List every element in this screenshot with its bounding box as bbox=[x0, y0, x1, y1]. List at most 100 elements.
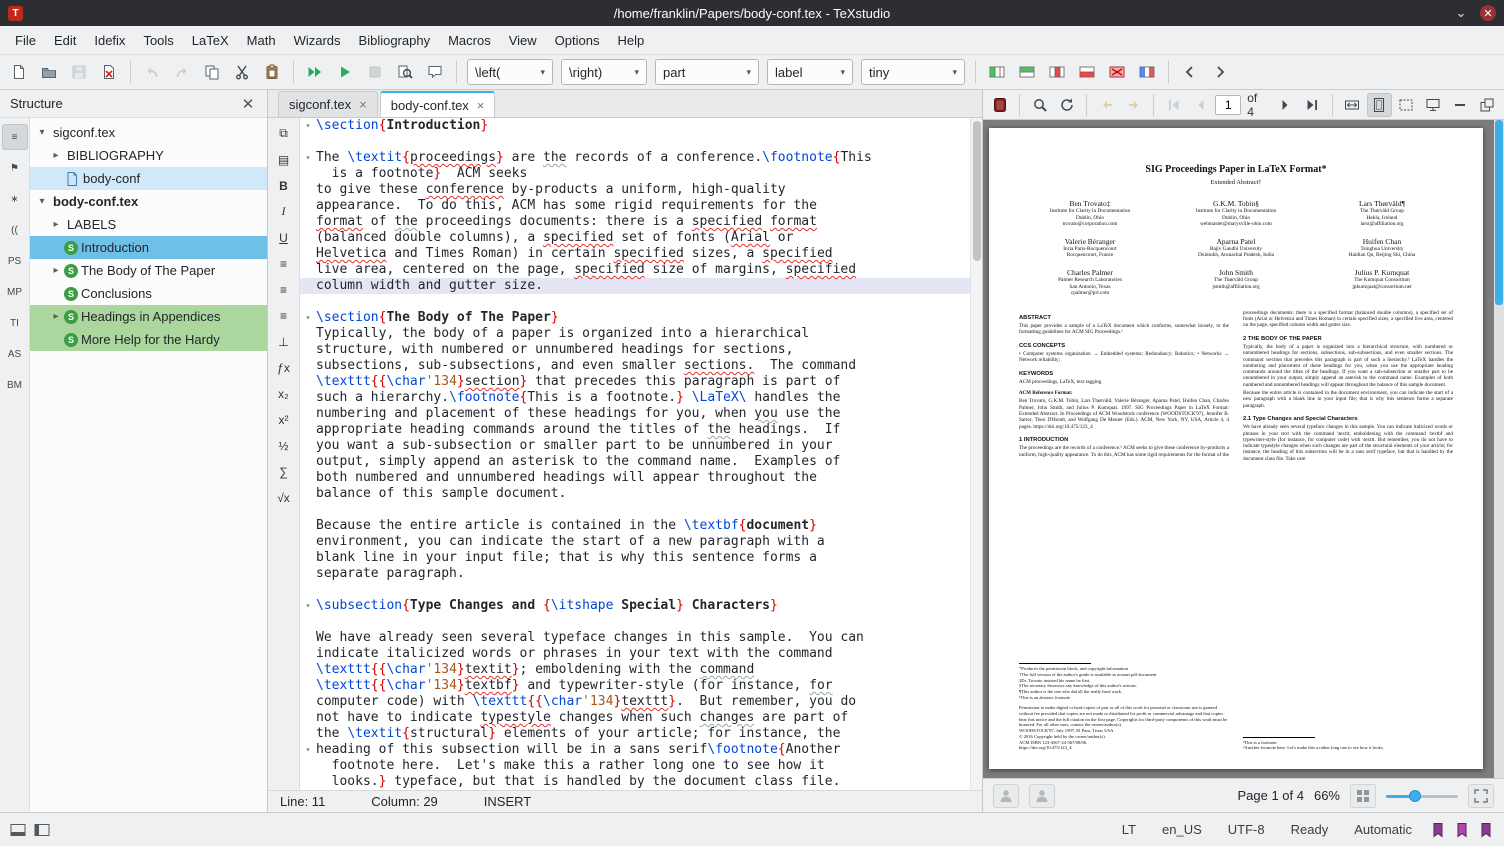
code-line[interactable]: ▾heading of this subsection will be in a… bbox=[300, 742, 970, 758]
code-line[interactable]: ▾\section{The Body of The Paper} bbox=[300, 310, 970, 326]
superscript-button[interactable]: x² bbox=[272, 408, 296, 431]
remove-column-button[interactable] bbox=[1043, 58, 1071, 86]
structure-item-bibliography[interactable]: ▸BIBLIOGRAPHY bbox=[30, 144, 267, 167]
code-line[interactable]: ▾\section{Introduction} bbox=[300, 118, 970, 134]
structure-item-labels[interactable]: ▸LABELS bbox=[30, 213, 267, 236]
log-marker-1-icon[interactable] bbox=[1430, 822, 1446, 838]
code-line[interactable]: output, simply append an asterisk to the… bbox=[300, 454, 970, 470]
build-and-view-button[interactable] bbox=[301, 58, 329, 86]
menu-latex[interactable]: LaTeX bbox=[183, 29, 238, 52]
next-page-button[interactable] bbox=[1273, 93, 1298, 117]
previous-document-button[interactable] bbox=[1176, 58, 1204, 86]
stop-compile-button[interactable] bbox=[361, 58, 389, 86]
code-line[interactable]: not have to indicate typestyle changes w… bbox=[300, 710, 970, 726]
beamer-tab[interactable]: BM bbox=[2, 372, 28, 398]
code-line[interactable]: separate paragraph. bbox=[300, 566, 970, 582]
align-right-button[interactable]: ≡ bbox=[272, 304, 296, 327]
symbols-tab[interactable]: ∗ bbox=[2, 186, 28, 212]
pstricks-tab[interactable]: PS bbox=[2, 248, 28, 274]
align-center-button[interactable]: ≡ bbox=[272, 278, 296, 301]
reference-combo[interactable]: label▾ bbox=[767, 59, 853, 85]
compile-button[interactable] bbox=[331, 58, 359, 86]
structure-tab[interactable]: ≡ bbox=[2, 124, 28, 150]
new-document-button[interactable] bbox=[5, 58, 33, 86]
code-line[interactable]: live area, centered on the page, specifi… bbox=[300, 262, 970, 278]
menu-file[interactable]: File bbox=[6, 29, 45, 52]
embedded-viewer-button[interactable] bbox=[987, 93, 1012, 117]
structure-item-sigconf-tex[interactable]: ▾sigconf.tex bbox=[30, 121, 267, 144]
add-row-button[interactable] bbox=[1013, 58, 1041, 86]
pdf-fullscreen-button[interactable] bbox=[1468, 784, 1494, 808]
add-column-button[interactable] bbox=[983, 58, 1011, 86]
structure-item-body-conf-tex[interactable]: ▾body-conf.tex bbox=[30, 190, 267, 213]
last-page-button[interactable] bbox=[1300, 93, 1325, 117]
expand-icon[interactable]: ▸ bbox=[48, 265, 64, 276]
align-columns-button[interactable] bbox=[1133, 58, 1161, 86]
code-line[interactable]: appearance. To do this, ACM has some rig… bbox=[300, 198, 970, 214]
sqrt-button[interactable]: √x bbox=[272, 486, 296, 509]
fold-marker-icon[interactable]: ▾ bbox=[300, 150, 316, 166]
editor-scrollbar[interactable] bbox=[970, 118, 982, 790]
menu-wizards[interactable]: Wizards bbox=[285, 29, 350, 52]
expand-icon[interactable]: ▸ bbox=[48, 150, 64, 161]
code-line[interactable]: to give these conference by-products a u… bbox=[300, 182, 970, 198]
paste-button[interactable] bbox=[258, 58, 286, 86]
undo-button[interactable] bbox=[138, 58, 166, 86]
code-line[interactable]: Because the entire article is contained … bbox=[300, 518, 970, 534]
close-document-button[interactable] bbox=[95, 58, 123, 86]
collapse-icon[interactable]: ▾ bbox=[34, 127, 50, 138]
zoom-slider[interactable] bbox=[1386, 787, 1458, 805]
editor-scrollbar-thumb[interactable] bbox=[973, 121, 981, 261]
view-log-button[interactable] bbox=[391, 58, 419, 86]
code-line[interactable]: \texttt{{\char'134}textit}; emboldening … bbox=[300, 662, 970, 678]
code-line[interactable] bbox=[300, 134, 970, 150]
code-line[interactable] bbox=[300, 614, 970, 630]
shade-window-icon[interactable]: ⌄ bbox=[1452, 4, 1470, 22]
code-line[interactable]: computer code) with \texttt{{\char'134}t… bbox=[300, 694, 970, 710]
fold-marker-icon[interactable]: ▾ bbox=[300, 742, 316, 758]
menu-options[interactable]: Options bbox=[546, 29, 609, 52]
fontsize-combo[interactable]: tiny▾ bbox=[861, 59, 965, 85]
line-ending-indicator[interactable]: Automatic bbox=[1354, 822, 1412, 837]
code-line[interactable]: footnote here. Let's make this a rather … bbox=[300, 758, 970, 774]
toggle-bottom-panel-icon[interactable] bbox=[10, 822, 26, 838]
viewer-menu-button[interactable] bbox=[1448, 93, 1473, 117]
italic-button[interactable]: I bbox=[272, 200, 296, 223]
metapost-tab[interactable]: MP bbox=[2, 279, 28, 305]
code-line[interactable]: appropriate heading commands around the … bbox=[300, 422, 970, 438]
follow-scroll-button[interactable] bbox=[1029, 784, 1055, 808]
toggle-side-panel-icon[interactable] bbox=[34, 822, 50, 838]
copy-formula-button[interactable]: ⧉ bbox=[272, 122, 296, 145]
code-line[interactable]: structure, with numbered or unnumbered h… bbox=[300, 342, 970, 358]
code-line[interactable]: \texttt{{\char'134}textbf} and typewrite… bbox=[300, 678, 970, 694]
menu-macros[interactable]: Macros bbox=[439, 29, 500, 52]
comments-button[interactable] bbox=[421, 58, 449, 86]
code-line[interactable]: is a footnote} ACM seeks bbox=[300, 166, 970, 182]
structure-item-body-conf[interactable]: body-conf bbox=[30, 167, 267, 190]
close-tab-icon[interactable]: × bbox=[477, 98, 485, 113]
open-file-button[interactable] bbox=[35, 58, 63, 86]
structure-item-headings-in-appendices[interactable]: ▸SHeadings in Appendices bbox=[30, 305, 267, 328]
inline-math-button[interactable]: ƒx bbox=[272, 356, 296, 379]
expand-icon[interactable]: ▸ bbox=[48, 219, 64, 230]
cut-button[interactable] bbox=[228, 58, 256, 86]
scroll-tool-button[interactable] bbox=[1054, 93, 1079, 117]
zoom-slider-handle[interactable] bbox=[1409, 790, 1421, 802]
log-marker-2-icon[interactable] bbox=[1454, 822, 1470, 838]
asymptote-tab[interactable]: AS bbox=[2, 341, 28, 367]
next-document-button[interactable] bbox=[1206, 58, 1234, 86]
pdf-scrollbar-thumb[interactable] bbox=[1495, 120, 1503, 305]
sum-button[interactable]: ∑ bbox=[272, 460, 296, 483]
code-line[interactable]: Helvetica and Times Roman) in certain sp… bbox=[300, 246, 970, 262]
fold-marker-icon[interactable]: ▾ bbox=[300, 598, 316, 614]
pdf-canvas[interactable]: SIG Proceedings Paper in LaTeX Format* E… bbox=[983, 120, 1504, 778]
tab-body-conf-tex[interactable]: body-conf.tex× bbox=[380, 91, 496, 117]
magnifier-tool-button[interactable] bbox=[1027, 93, 1052, 117]
code-line[interactable]: ▾The \textit{proceedings} are the record… bbox=[300, 150, 970, 166]
code-line[interactable] bbox=[300, 294, 970, 310]
paste-formula-button[interactable]: ▤ bbox=[272, 148, 296, 171]
brackets-tab[interactable]: (( bbox=[2, 217, 28, 243]
code-line[interactable]: both numbered and unnumbered headings wi… bbox=[300, 470, 970, 486]
close-panel-icon[interactable]: ✕ bbox=[239, 95, 257, 113]
fit-page-button[interactable] bbox=[1367, 93, 1392, 117]
